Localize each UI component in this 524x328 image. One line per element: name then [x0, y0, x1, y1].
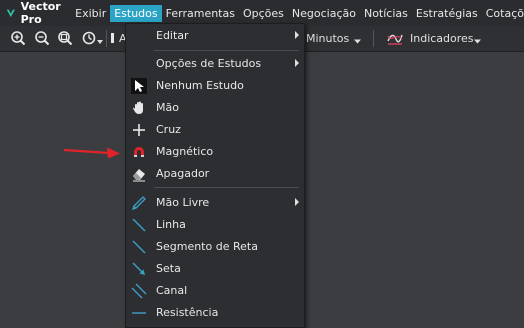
zoom-fit-icon[interactable]: [57, 30, 73, 46]
line-icon: [131, 217, 147, 233]
menu-item-label: Linha: [156, 218, 186, 231]
hand-icon: [131, 100, 147, 116]
app-logo: Vector Pro: [6, 0, 65, 26]
vector-logo-icon: [6, 9, 15, 18]
indicators-label[interactable]: Indicadores: [410, 32, 474, 45]
menu-exibir[interactable]: Exibir: [71, 5, 110, 22]
history-dropdown-caret-icon[interactable]: [97, 35, 103, 44]
pointer-icon: [131, 78, 147, 94]
menu-item-editar[interactable]: Editar: [126, 25, 304, 46]
zoom-out-icon[interactable]: [34, 30, 50, 46]
estudos-dropdown-menu: Editar Opções de Estudos Nenhum Estudo M…: [125, 23, 305, 328]
menu-item-mao-livre[interactable]: Mão Livre: [126, 192, 304, 213]
menu-item-label: Editar: [156, 29, 189, 42]
menu-opcoes[interactable]: Opções: [239, 5, 288, 22]
toolbar-small-icon[interactable]: [110, 30, 116, 46]
menu-noticias[interactable]: Notícias: [360, 5, 412, 22]
menu-item-label: Mão Livre: [156, 196, 210, 209]
menu-item-label: Seta: [156, 262, 181, 275]
menu-item-label: Mão: [156, 101, 179, 114]
menu-item-opcoes-de-estudos[interactable]: Opções de Estudos: [126, 53, 304, 74]
menu-item-cruz[interactable]: Cruz: [126, 119, 304, 140]
menu-cotacoes[interactable]: Cotações: [482, 5, 524, 22]
menu-item-label: Resistência: [156, 306, 219, 319]
zoom-in-icon[interactable]: [10, 30, 26, 46]
indicators-icon[interactable]: [387, 30, 403, 46]
menu-estudos[interactable]: Estudos: [110, 4, 162, 22]
submenu-arrow-icon: [295, 198, 299, 206]
menu-item-label: Magnético: [156, 145, 214, 158]
magnet-icon: [131, 144, 147, 160]
menu-item-label: Canal: [156, 284, 188, 297]
menu-ferramentas[interactable]: Ferramentas: [162, 5, 239, 22]
menu-item-seta[interactable]: Seta: [126, 258, 304, 279]
period-dropdown-caret-icon[interactable]: [354, 35, 361, 44]
indicators-dropdown-caret-icon[interactable]: [474, 35, 481, 44]
menu-item-label: Nenhum Estudo: [156, 79, 244, 92]
menu-item-label: Apagador: [156, 167, 210, 180]
menu-item-canal[interactable]: Canal: [126, 280, 304, 301]
segment-icon: [131, 239, 147, 255]
menu-item-magnetico[interactable]: Magnético: [126, 141, 304, 162]
horizontal-line-icon: [131, 305, 147, 321]
menu-item-label: Opções de Estudos: [156, 57, 262, 70]
menu-item-segmento-de-reta[interactable]: Segmento de Reta: [126, 236, 304, 257]
freehand-icon: [131, 195, 147, 211]
arrow-line-icon: [131, 261, 147, 277]
menu-negociacao[interactable]: Negociação: [288, 5, 360, 22]
menu-divider: [154, 50, 299, 51]
menu-item-mao[interactable]: Mão: [126, 97, 304, 118]
menu-item-apagador[interactable]: Apagador: [126, 163, 304, 184]
eraser-icon: [131, 166, 147, 182]
period-selector-label[interactable]: Minutos: [306, 32, 349, 45]
app-name: Vector Pro: [20, 0, 61, 26]
history-icon[interactable]: [81, 30, 97, 46]
submenu-arrow-icon: [295, 31, 299, 39]
channel-icon: [131, 283, 147, 299]
menu-item-nenhum-estudo[interactable]: Nenhum Estudo: [126, 75, 304, 96]
submenu-arrow-icon: [295, 59, 299, 67]
menu-divider: [154, 187, 299, 188]
menu-item-label: Segmento de Reta: [156, 240, 258, 253]
menu-estrategias[interactable]: Estratégias: [412, 5, 482, 22]
annotation-arrow-icon: [63, 147, 120, 159]
toolbar-divider: [373, 30, 374, 47]
menu-item-label: Cruz: [156, 123, 181, 136]
toolbar-divider: [106, 30, 107, 47]
menu-item-resistencia[interactable]: Resistência: [126, 302, 304, 323]
crosshair-icon: [131, 122, 147, 138]
menu-item-linha[interactable]: Linha: [126, 214, 304, 235]
